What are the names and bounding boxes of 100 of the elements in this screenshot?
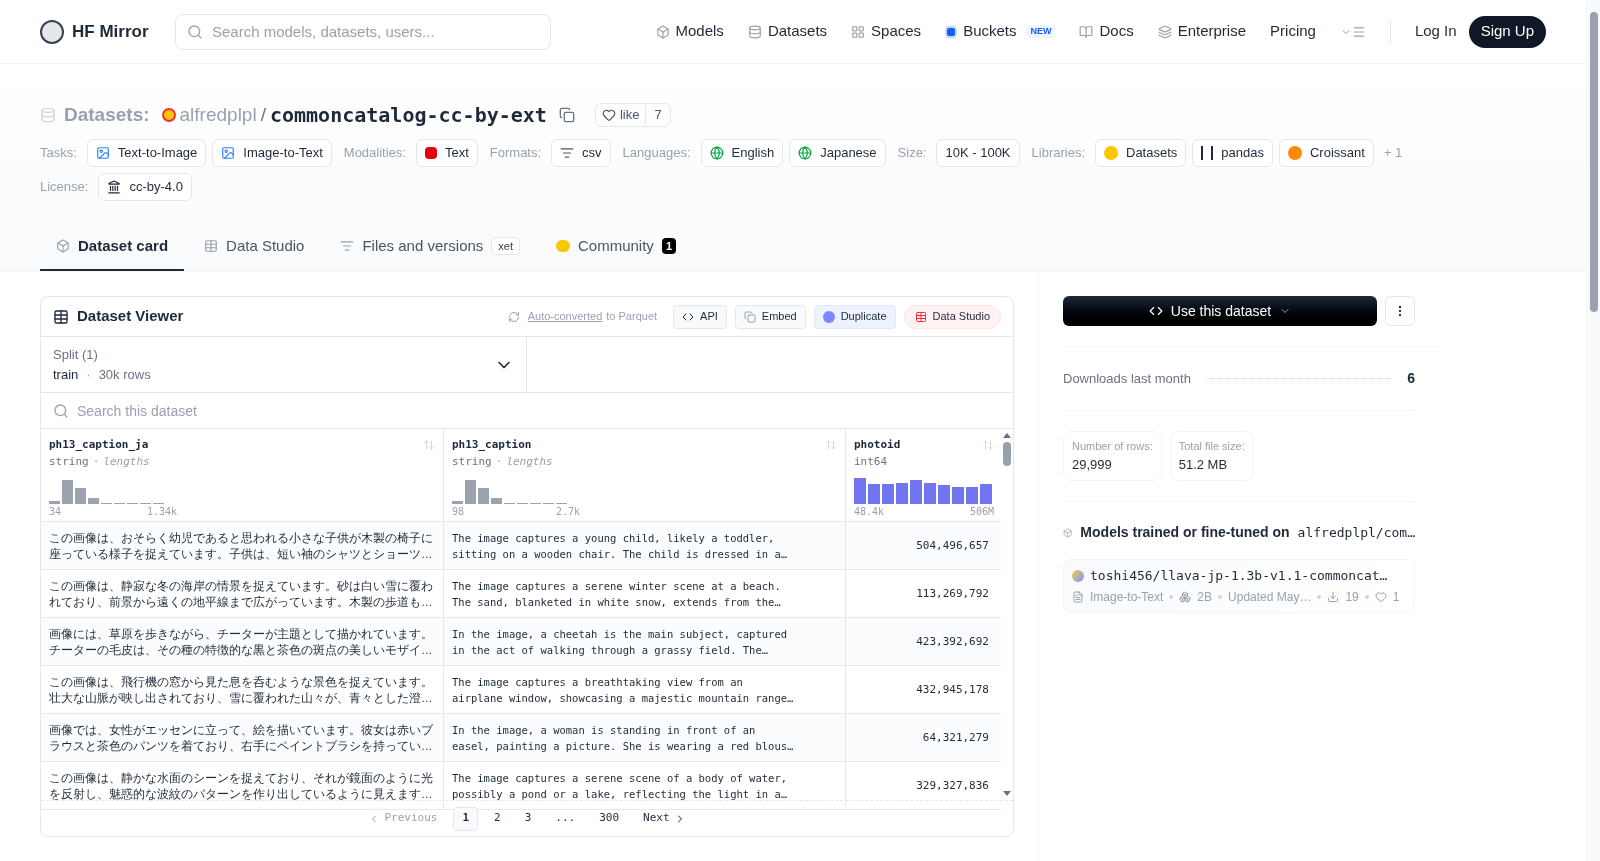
cube-icon xyxy=(56,239,70,253)
page-button[interactable]: 1 xyxy=(453,806,479,831)
like-button[interactable]: like 7 xyxy=(594,103,671,127)
tab[interactable]: Dataset card xyxy=(40,223,185,271)
tag-group-label: License: xyxy=(40,178,89,197)
nav-link[interactable]: Pricing xyxy=(1270,20,1316,43)
next-button[interactable]: Next xyxy=(635,810,694,827)
menu-icon[interactable] xyxy=(1339,24,1366,39)
download-icon xyxy=(1327,590,1340,603)
tag-chip[interactable]: Japanese xyxy=(789,139,886,167)
dataset-name[interactable]: commoncatalog-cc-by-ext xyxy=(269,100,547,130)
table-cell-text: 64,321,279 xyxy=(921,729,990,746)
model-name: toshi456/llava-jp-1.3b-v1.1-commoncat… xyxy=(1090,567,1388,585)
heart-icon xyxy=(601,108,616,122)
model-task: Image-to-Text xyxy=(1090,588,1164,606)
tag-group-label: Formats: xyxy=(489,144,542,163)
tab[interactable]: Files and versions xet xyxy=(324,223,536,271)
tag-group-label: Tasks: xyxy=(40,144,77,163)
range-max: 1.34k xyxy=(146,505,177,519)
tag-chip[interactable]: cc-by-4.0 xyxy=(98,173,192,201)
lengths-label: lengths xyxy=(506,454,553,468)
files-icon xyxy=(340,239,355,253)
table-icon xyxy=(914,310,927,323)
tag-chip[interactable]: Text-to-Image xyxy=(86,139,207,167)
nav-link[interactable]: Datasets xyxy=(747,20,828,43)
params-icon xyxy=(1179,590,1192,603)
tag-chip[interactable]: Image-to-Text xyxy=(212,139,332,167)
column-name: photoid xyxy=(854,437,901,453)
stat-label: Total file size: xyxy=(1178,439,1245,454)
login-link[interactable]: Log In xyxy=(1414,20,1457,43)
page-scrollbar[interactable] xyxy=(1586,0,1600,861)
tag-chip[interactable]: 10K - 100K xyxy=(936,139,1020,167)
signup-button[interactable]: Sign Up xyxy=(1468,15,1546,48)
table-cell: この画像は、飛行機の窓から見た息を呑むような景色を捉えています。壮大な山脈が映し出されており、雪に覆われた山々が、青々とした澄… xyxy=(41,666,444,714)
sort-icon[interactable] xyxy=(423,439,435,452)
search-field[interactable]: Search models, datasets, users... xyxy=(175,13,551,50)
dataset-search-field[interactable]: Search this dataset xyxy=(41,393,1013,428)
code-icon xyxy=(1148,304,1163,318)
sort-icon[interactable] xyxy=(825,439,837,452)
refresh-icon xyxy=(507,310,520,323)
viewer-button[interactable]: Embed xyxy=(734,304,806,329)
repo-name: alfredplpl/com… xyxy=(1297,523,1415,542)
new-badge: NEW xyxy=(1026,24,1056,39)
column-type: string xyxy=(49,454,89,468)
viewer-button[interactable]: API xyxy=(673,304,727,329)
sort-icon[interactable] xyxy=(982,439,994,452)
more-button[interactable] xyxy=(1385,296,1415,326)
model-avatar xyxy=(1072,569,1084,582)
copy-icon xyxy=(743,310,756,323)
viewer-title: Dataset Viewer xyxy=(77,306,184,327)
tag-chip[interactable]: English xyxy=(700,139,784,167)
brand-name[interactable]: HF Mirror xyxy=(72,18,149,45)
tag-chip[interactable]: Text xyxy=(415,139,478,167)
globe-icon xyxy=(709,146,724,160)
globe-icon xyxy=(798,146,813,160)
use-dataset-button[interactable]: Use this dataset xyxy=(1063,296,1377,326)
tag-group-label: Size: xyxy=(897,144,927,163)
tag-chip[interactable]: Datasets xyxy=(1095,139,1187,167)
nav-link[interactable]: Models xyxy=(655,20,724,43)
table-icon xyxy=(53,308,69,325)
tag-chip[interactable]: csv xyxy=(551,139,611,167)
range-min: 48.4k xyxy=(854,505,885,519)
model-card[interactable]: toshi456/llava-jp-1.3b-v1.1-commoncat… Image-to-Text 2B Updated May… 19 1 xyxy=(1063,559,1415,613)
xet-badge: xet xyxy=(491,236,520,256)
viewer-button[interactable]: Data Studio xyxy=(903,304,1001,329)
range-min: 98 xyxy=(452,505,465,519)
tag-group-label: Modalities: xyxy=(343,144,406,163)
layers-icon xyxy=(1157,24,1172,39)
stat-value: 51.2 MB xyxy=(1178,455,1229,474)
copy-icon[interactable] xyxy=(558,107,575,123)
stat-label: Number of rows: xyxy=(1072,439,1153,454)
table-cell: 画像には、草原を歩きながら、チーターが主題として描かれています。チーターの毛皮は、その種の特徴的な黒と茶色の斑点の美しいモザイ… xyxy=(41,618,444,666)
owner-avatar xyxy=(161,108,176,122)
nav-link[interactable]: Spaces xyxy=(851,20,922,43)
tag-chip[interactable]: Croissant xyxy=(1278,139,1374,167)
tab[interactable]: Data Studio xyxy=(188,223,321,271)
nav-link[interactable]: Buckets NEW xyxy=(945,20,1056,43)
table-cell-text: 432,945,178 xyxy=(915,681,990,698)
viewer-button[interactable]: Duplicate xyxy=(813,304,896,329)
split-select[interactable]: Split (1) train · 30k rows xyxy=(41,337,527,392)
table-cell-text: 113,269,792 xyxy=(915,585,990,602)
tag-chip[interactable]: pandas xyxy=(1192,139,1273,167)
logo-icon[interactable] xyxy=(40,19,64,44)
image-icon xyxy=(221,146,236,160)
tab[interactable]: Community 1 xyxy=(540,223,692,271)
image-icon xyxy=(95,146,110,160)
book-icon xyxy=(1079,24,1094,39)
separator: · xyxy=(495,454,503,468)
range-min: 34 xyxy=(49,505,62,519)
column-type: string xyxy=(452,454,492,468)
dot-separator xyxy=(1169,594,1174,599)
count-badge: 1 xyxy=(661,237,676,255)
column-type: int64 xyxy=(854,454,888,468)
nav-link[interactable]: Docs xyxy=(1079,20,1134,43)
downloads-label: Downloads last month xyxy=(1063,369,1191,388)
lengths-label: lengths xyxy=(103,454,150,468)
nav-link[interactable]: Enterprise xyxy=(1157,20,1247,43)
cube-icon xyxy=(1063,526,1073,539)
model-updated: Updated May… xyxy=(1228,588,1312,606)
dot-separator xyxy=(1317,594,1322,599)
